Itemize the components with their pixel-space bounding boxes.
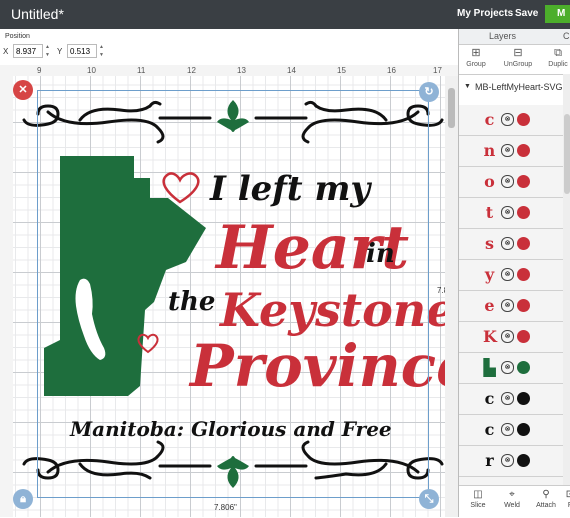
- layer-row[interactable]: ▙ ⊗: [459, 353, 570, 384]
- layer-glyph: K: [483, 327, 497, 346]
- color-swatch[interactable]: [517, 454, 530, 467]
- layer-glyph: ▙: [483, 358, 496, 377]
- save-button[interactable]: Save: [515, 8, 538, 19]
- layer-glyph: o: [484, 172, 495, 191]
- blade-icon[interactable]: ⊗: [501, 454, 514, 467]
- blade-icon[interactable]: ⊗: [501, 237, 514, 250]
- color-swatch[interactable]: [517, 237, 530, 250]
- panel-scroll-thumb[interactable]: [564, 114, 570, 194]
- ungroup-icon: ⊟: [513, 47, 523, 59]
- expand-icon[interactable]: ▼: [464, 83, 471, 90]
- layer-row[interactable]: K ⊗: [459, 322, 570, 353]
- tab-color-sync[interactable]: C: [563, 31, 570, 41]
- color-swatch[interactable]: [517, 423, 530, 436]
- flatten-icon: ⊡: [565, 489, 570, 500]
- layer-row[interactable]: e ⊗: [459, 291, 570, 322]
- layer-row[interactable]: n ⊗: [459, 136, 570, 167]
- blade-icon[interactable]: ⊗: [501, 113, 514, 126]
- selection-box: [37, 90, 429, 498]
- color-swatch[interactable]: [517, 299, 530, 312]
- layer-glyph: e: [484, 296, 495, 315]
- layer-row[interactable]: c ⊗: [459, 384, 570, 415]
- my-projects-button[interactable]: My Projects: [457, 8, 513, 19]
- lock-icon[interactable]: 🔒︎: [13, 489, 33, 509]
- blade-icon[interactable]: ⊗: [501, 206, 514, 219]
- blade-icon[interactable]: ⊗: [501, 268, 514, 281]
- layer-glyph: r: [485, 451, 494, 470]
- color-swatch[interactable]: [517, 330, 530, 343]
- blade-icon[interactable]: ⊗: [501, 361, 514, 374]
- layer-glyph: t: [485, 203, 494, 222]
- layer-group[interactable]: ▼ MB-LeftMyHeart-SVG: [459, 81, 570, 97]
- panel-tabs: Layers C: [459, 29, 570, 45]
- group-icon: ⊞: [471, 47, 481, 59]
- color-swatch[interactable]: [517, 206, 530, 219]
- color-swatch[interactable]: [517, 113, 530, 126]
- layer-glyph: c: [484, 420, 495, 439]
- duplicate-button[interactable]: ⧉ Duplic: [541, 46, 570, 68]
- rotate-icon[interactable]: ↻: [419, 82, 439, 102]
- layer-row[interactable]: y ⊗: [459, 260, 570, 291]
- layer-row[interactable]: r ⊗: [459, 446, 570, 477]
- slice-button[interactable]: ◫ Slice: [463, 488, 493, 509]
- layer-row[interactable]: c ⊗: [459, 105, 570, 136]
- blade-icon[interactable]: ⊗: [501, 144, 514, 157]
- panel-footer: ◫Slice ⌖Weld ⚲Attach ⊡F: [459, 485, 570, 518]
- blade-icon[interactable]: ⊗: [501, 330, 514, 343]
- color-swatch[interactable]: [517, 175, 530, 188]
- delete-icon[interactable]: ✕: [13, 80, 33, 100]
- layer-toolbar: ⊞ Group ⊟ UnGroup ⧉ Duplic: [459, 44, 570, 75]
- color-swatch[interactable]: [517, 144, 530, 157]
- color-swatch[interactable]: [517, 392, 530, 405]
- layer-glyph: y: [484, 265, 495, 284]
- panel-scrollbar[interactable]: [563, 74, 570, 517]
- blade-icon[interactable]: ⊗: [501, 423, 514, 436]
- layer-row[interactable]: s ⊗: [459, 229, 570, 260]
- duplicate-icon: ⧉: [554, 47, 562, 59]
- tab-layers[interactable]: Layers: [489, 31, 516, 41]
- color-swatch[interactable]: [517, 361, 530, 374]
- layers-panel: Layers C ⊞ Group ⊟ UnGroup ⧉ Duplic ▼ MB-Le…: [458, 29, 570, 518]
- ungroup-button[interactable]: ⊟ UnGroup: [501, 46, 535, 68]
- resize-icon[interactable]: ⤡: [419, 489, 439, 509]
- color-swatch[interactable]: [517, 268, 530, 281]
- layer-row[interactable]: t ⊗: [459, 198, 570, 229]
- layer-row[interactable]: c ⊗: [459, 415, 570, 446]
- layer-glyph: s: [484, 234, 494, 253]
- make-it-button[interactable]: M: [545, 5, 570, 23]
- group-button[interactable]: ⊞ Group: [459, 46, 493, 68]
- flatten-button[interactable]: ⊡F: [555, 488, 570, 509]
- weld-button[interactable]: ⌖ Weld: [497, 488, 527, 509]
- weld-icon: ⌖: [509, 489, 515, 500]
- canvas-scrollbar[interactable]: [445, 76, 458, 517]
- blade-icon[interactable]: ⊗: [501, 175, 514, 188]
- group-name-label: MB-LeftMyHeart-SVG: [475, 82, 563, 92]
- width-dimension: 7.806": [214, 503, 237, 512]
- blade-icon[interactable]: ⊗: [501, 392, 514, 405]
- slice-icon: ◫: [473, 489, 483, 500]
- layer-glyph: c: [484, 389, 495, 408]
- layer-glyph: c: [484, 110, 495, 129]
- layer-list: c⊗n⊗o⊗t⊗s⊗y⊗e⊗K⊗▙⊗c⊗c⊗r⊗F⊗: [459, 105, 570, 508]
- layer-glyph: n: [483, 141, 496, 160]
- layer-row[interactable]: o ⊗: [459, 167, 570, 198]
- blade-icon[interactable]: ⊗: [501, 299, 514, 312]
- scroll-thumb[interactable]: [448, 88, 455, 128]
